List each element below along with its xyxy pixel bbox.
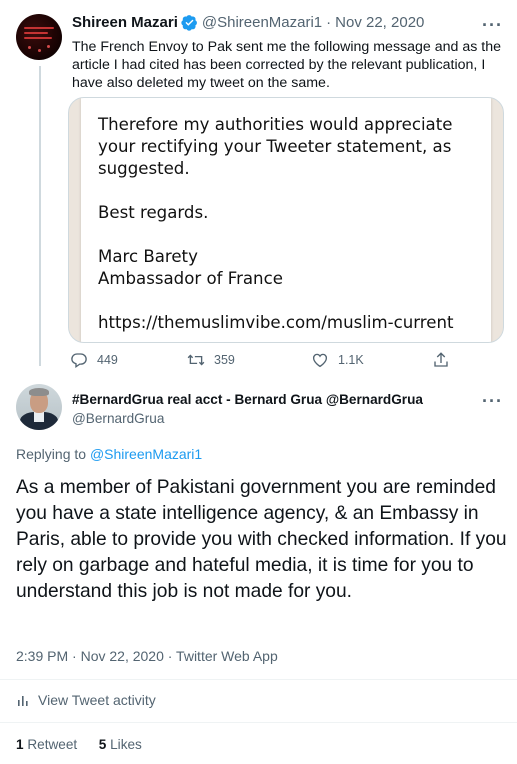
heart-icon	[312, 353, 328, 368]
reply-icon	[71, 353, 87, 369]
letter-text: Therefore my authorities would appreciat…	[98, 114, 488, 290]
avatar-decoration	[47, 45, 50, 48]
retweet-button[interactable]: 359	[187, 351, 235, 369]
screenshot-letter: Therefore my authorities would appreciat…	[81, 98, 491, 342]
replying-to-line: Replying to @ShireenMazari1	[16, 446, 202, 462]
tweet-actions: 449 359 1.1K	[70, 351, 470, 373]
activity-label: View Tweet activity	[38, 692, 156, 708]
bar-chart-icon	[18, 696, 28, 706]
reply-button[interactable]: 449	[70, 351, 118, 369]
tweet-header: Shireen Mazari @ShireenMazari1 · Nov 22,…	[72, 14, 424, 31]
letter-paragraph: Therefore my authorities would appreciat…	[98, 115, 453, 178]
avatar-figure	[29, 388, 49, 396]
tweet-timestamp[interactable]: 2:39 PM · Nov 22, 2020 · Twitter Web App	[16, 648, 278, 664]
retweet-count: 359	[214, 353, 235, 367]
tweet-date[interactable]: Nov 22, 2020	[335, 14, 424, 31]
avatar-bernard-grua[interactable]	[16, 384, 62, 430]
like-label: Likes	[106, 737, 142, 752]
letter-closing: Best regards.	[98, 203, 209, 222]
more-icon[interactable]: ···	[482, 16, 503, 34]
share-button[interactable]	[432, 351, 459, 369]
author-handle[interactable]: @BernardGrua	[72, 411, 164, 426]
author-name[interactable]: #BernardGrua real acct - Bernard Grua @B…	[72, 392, 423, 407]
tweet-text: As a member of Pakistani government you …	[16, 477, 507, 602]
likes-stat[interactable]: 5 Likes	[99, 737, 142, 752]
reply-count: 449	[97, 353, 118, 367]
avatar-figure	[34, 412, 44, 422]
replying-to-label: Replying to	[16, 446, 90, 462]
tweet-image[interactable]: Therefore my authorities would appreciat…	[68, 97, 504, 343]
author-handle[interactable]: @ShireenMazari1	[202, 14, 322, 31]
tweet-text: The French Envoy to Pak sent me the foll…	[72, 39, 502, 91]
retweet-total: 1	[16, 737, 24, 752]
letter-signer-name: Marc Barety	[98, 247, 198, 266]
letter-signer-title: Ambassador of France	[98, 269, 283, 288]
avatar-decoration	[24, 37, 52, 39]
tweet-original[interactable]: Shireen Mazari @ShireenMazari1 · Nov 22,…	[0, 0, 517, 378]
engagement-stats: 1 Retweet 5 Likes	[16, 737, 142, 752]
retweet-label: Retweet	[23, 737, 78, 752]
like-button[interactable]: 1.1K	[311, 351, 364, 369]
letter-link: https://themuslimvibe.com/muslim-current	[98, 313, 454, 332]
like-count: 1.1K	[338, 353, 364, 367]
avatar-decoration	[24, 27, 54, 29]
retweet-icon	[187, 354, 205, 366]
avatar-decoration	[38, 49, 41, 52]
retweets-stat[interactable]: 1 Retweet	[16, 737, 77, 752]
divider	[0, 722, 517, 723]
avatar-decoration	[28, 46, 31, 49]
divider	[0, 679, 517, 680]
more-icon[interactable]: ···	[482, 392, 503, 410]
avatar-decoration	[24, 32, 48, 34]
share-icon	[434, 352, 448, 367]
view-tweet-activity-link[interactable]: View Tweet activity	[16, 692, 156, 708]
verified-badge-icon	[181, 15, 197, 31]
separator-dot: ·	[326, 14, 332, 31]
author-name[interactable]: Shireen Mazari	[72, 14, 178, 31]
mention-link[interactable]: @ShireenMazari1	[90, 446, 202, 462]
avatar-shireen-mazari[interactable]	[16, 14, 62, 60]
